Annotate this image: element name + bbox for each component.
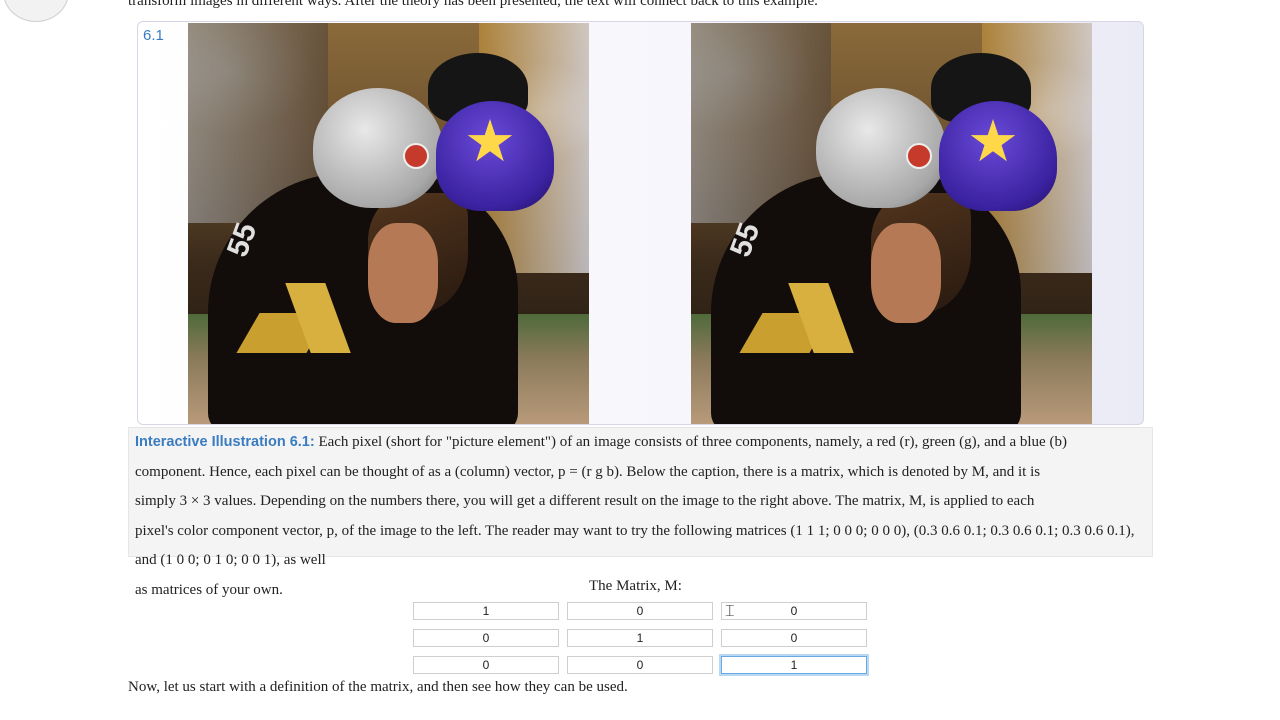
- matrix-cell-0-1[interactable]: [567, 602, 713, 620]
- matrix-cell-2-0[interactable]: [413, 656, 559, 674]
- matrix-cell-2-1[interactable]: [567, 656, 713, 674]
- matrix-cell-0-0[interactable]: [413, 602, 559, 620]
- closing-text: Now, let us start with a definition of t…: [128, 679, 628, 695]
- caption-line-2: component. Hence, each pixel can be thou…: [135, 463, 1041, 480]
- text-cursor-icon: ⌶: [725, 601, 735, 620]
- figure-caption: Interactive Illustration 6.1: Each pixel…: [128, 427, 1153, 598]
- matrix-cell-1-0[interactable]: [413, 629, 559, 647]
- matrix-cell-1-2[interactable]: [721, 629, 867, 647]
- interactive-figure: 6.1 55 ★ 55 ★: [137, 21, 1144, 425]
- transformed-image: 55 ★: [691, 23, 1092, 424]
- original-image: 55 ★: [188, 23, 589, 424]
- matrix-cell-1-1[interactable]: [567, 629, 713, 647]
- caption-line-1: Interactive Illustration 6.1: Each pixel…: [135, 434, 1067, 450]
- matrix-cell-0-2[interactable]: [721, 602, 867, 620]
- intro-text: transform images in different ways. Afte…: [128, 0, 818, 9]
- matrix-title: The Matrix, M:: [589, 578, 682, 594]
- nav-button[interactable]: [3, 0, 69, 22]
- figure-number: 6.1: [143, 27, 164, 44]
- matrix-cell-2-2[interactable]: [721, 656, 867, 674]
- caption-line-4: pixel's color component vector, p, of th…: [135, 522, 1135, 569]
- caption-label: Interactive Illustration 6.1:: [135, 434, 315, 450]
- caption-line-3: simply 3 × 3 values. Depending on the nu…: [135, 493, 1035, 509]
